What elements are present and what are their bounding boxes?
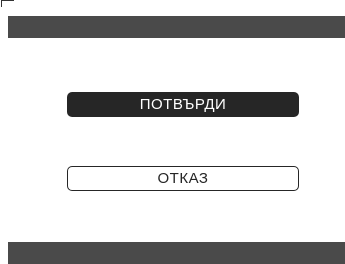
top-strip bbox=[0, 0, 345, 16]
corner-mark bbox=[1, 0, 14, 7]
cancel-button[interactable]: ОТКАЗ bbox=[67, 166, 299, 191]
header-bar bbox=[8, 16, 345, 38]
confirm-button[interactable]: ПОТВЪРДИ bbox=[67, 92, 299, 117]
confirm-button-label: ПОТВЪРДИ bbox=[139, 96, 227, 113]
dialog-panel bbox=[8, 38, 345, 242]
cancel-button-label: ОТКАЗ bbox=[157, 170, 209, 187]
footer-bar bbox=[8, 242, 345, 264]
